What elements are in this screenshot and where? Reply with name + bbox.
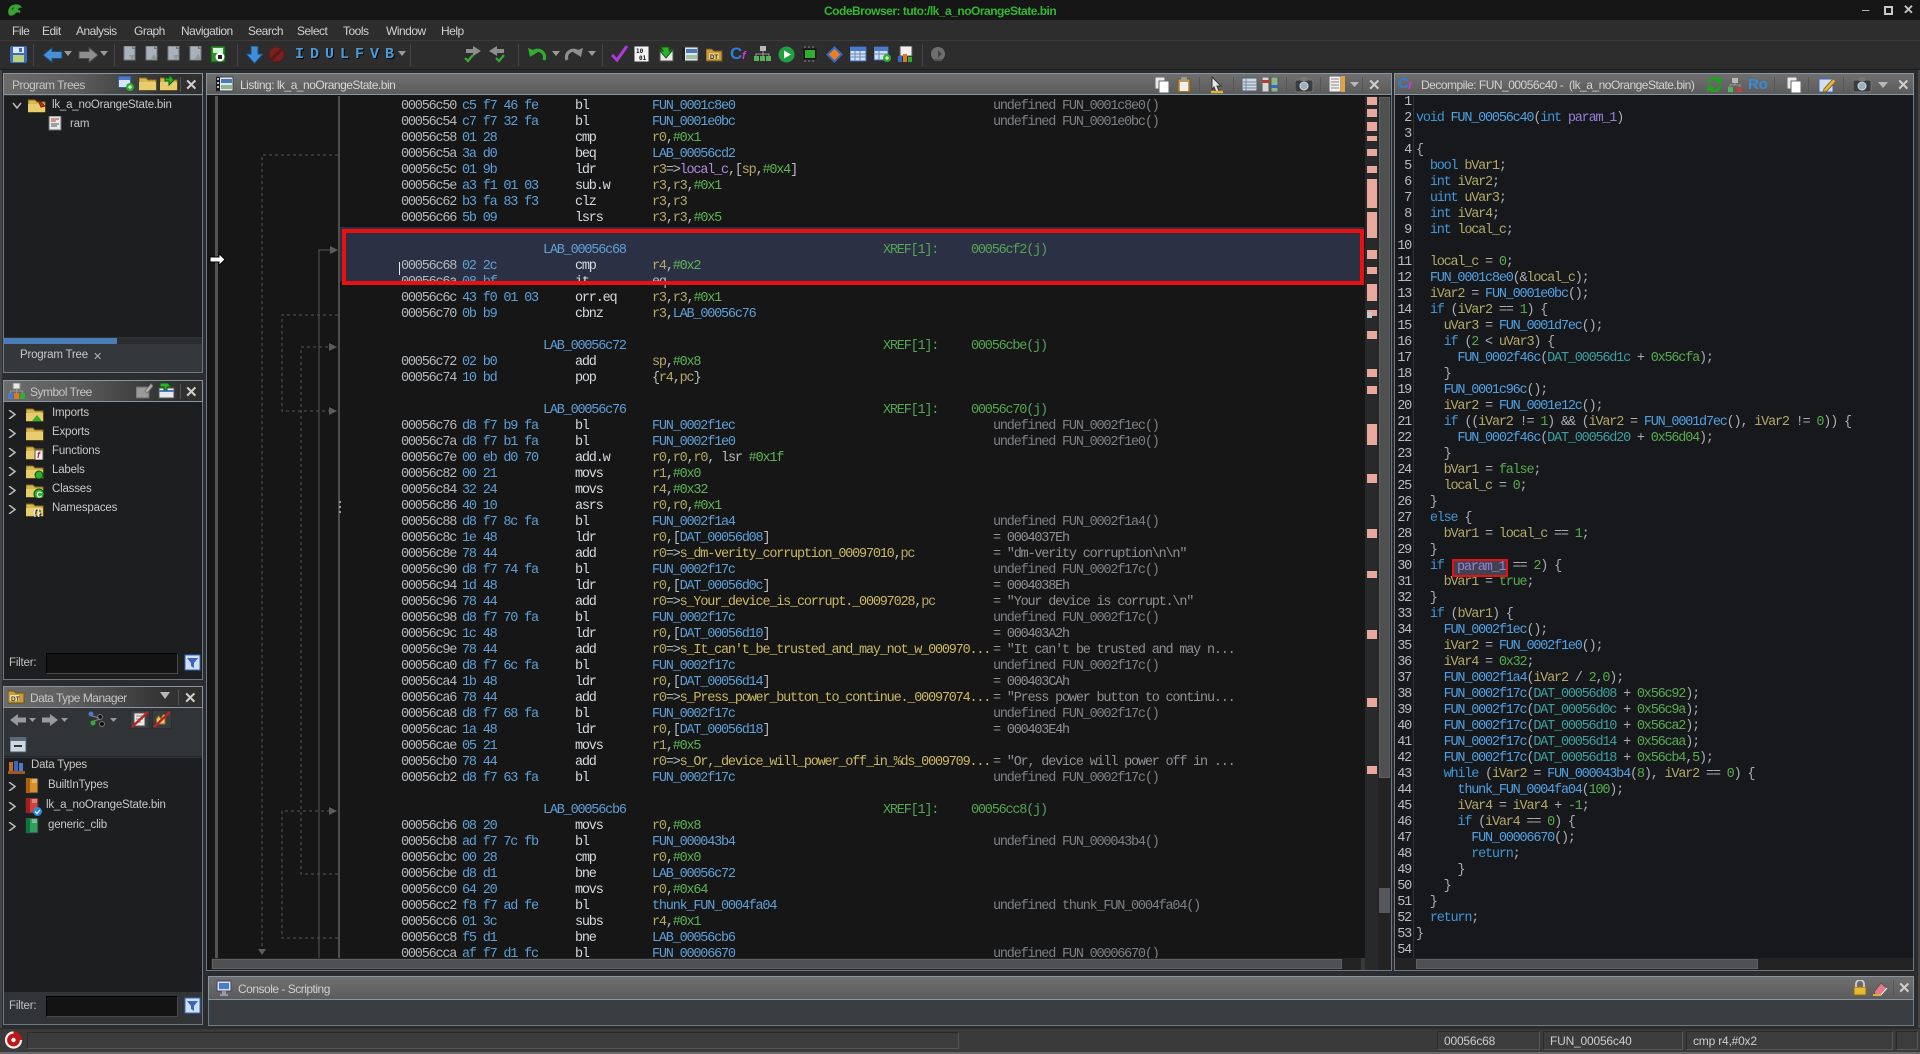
svg-text:DT: DT [710,55,718,61]
svg-text:C: C [37,491,43,499]
svg-text:10: 10 [636,48,644,55]
svg-text:01: 01 [639,55,647,62]
svg-text:{}: {} [33,508,41,517]
svg-text:DT: DT [11,696,20,703]
